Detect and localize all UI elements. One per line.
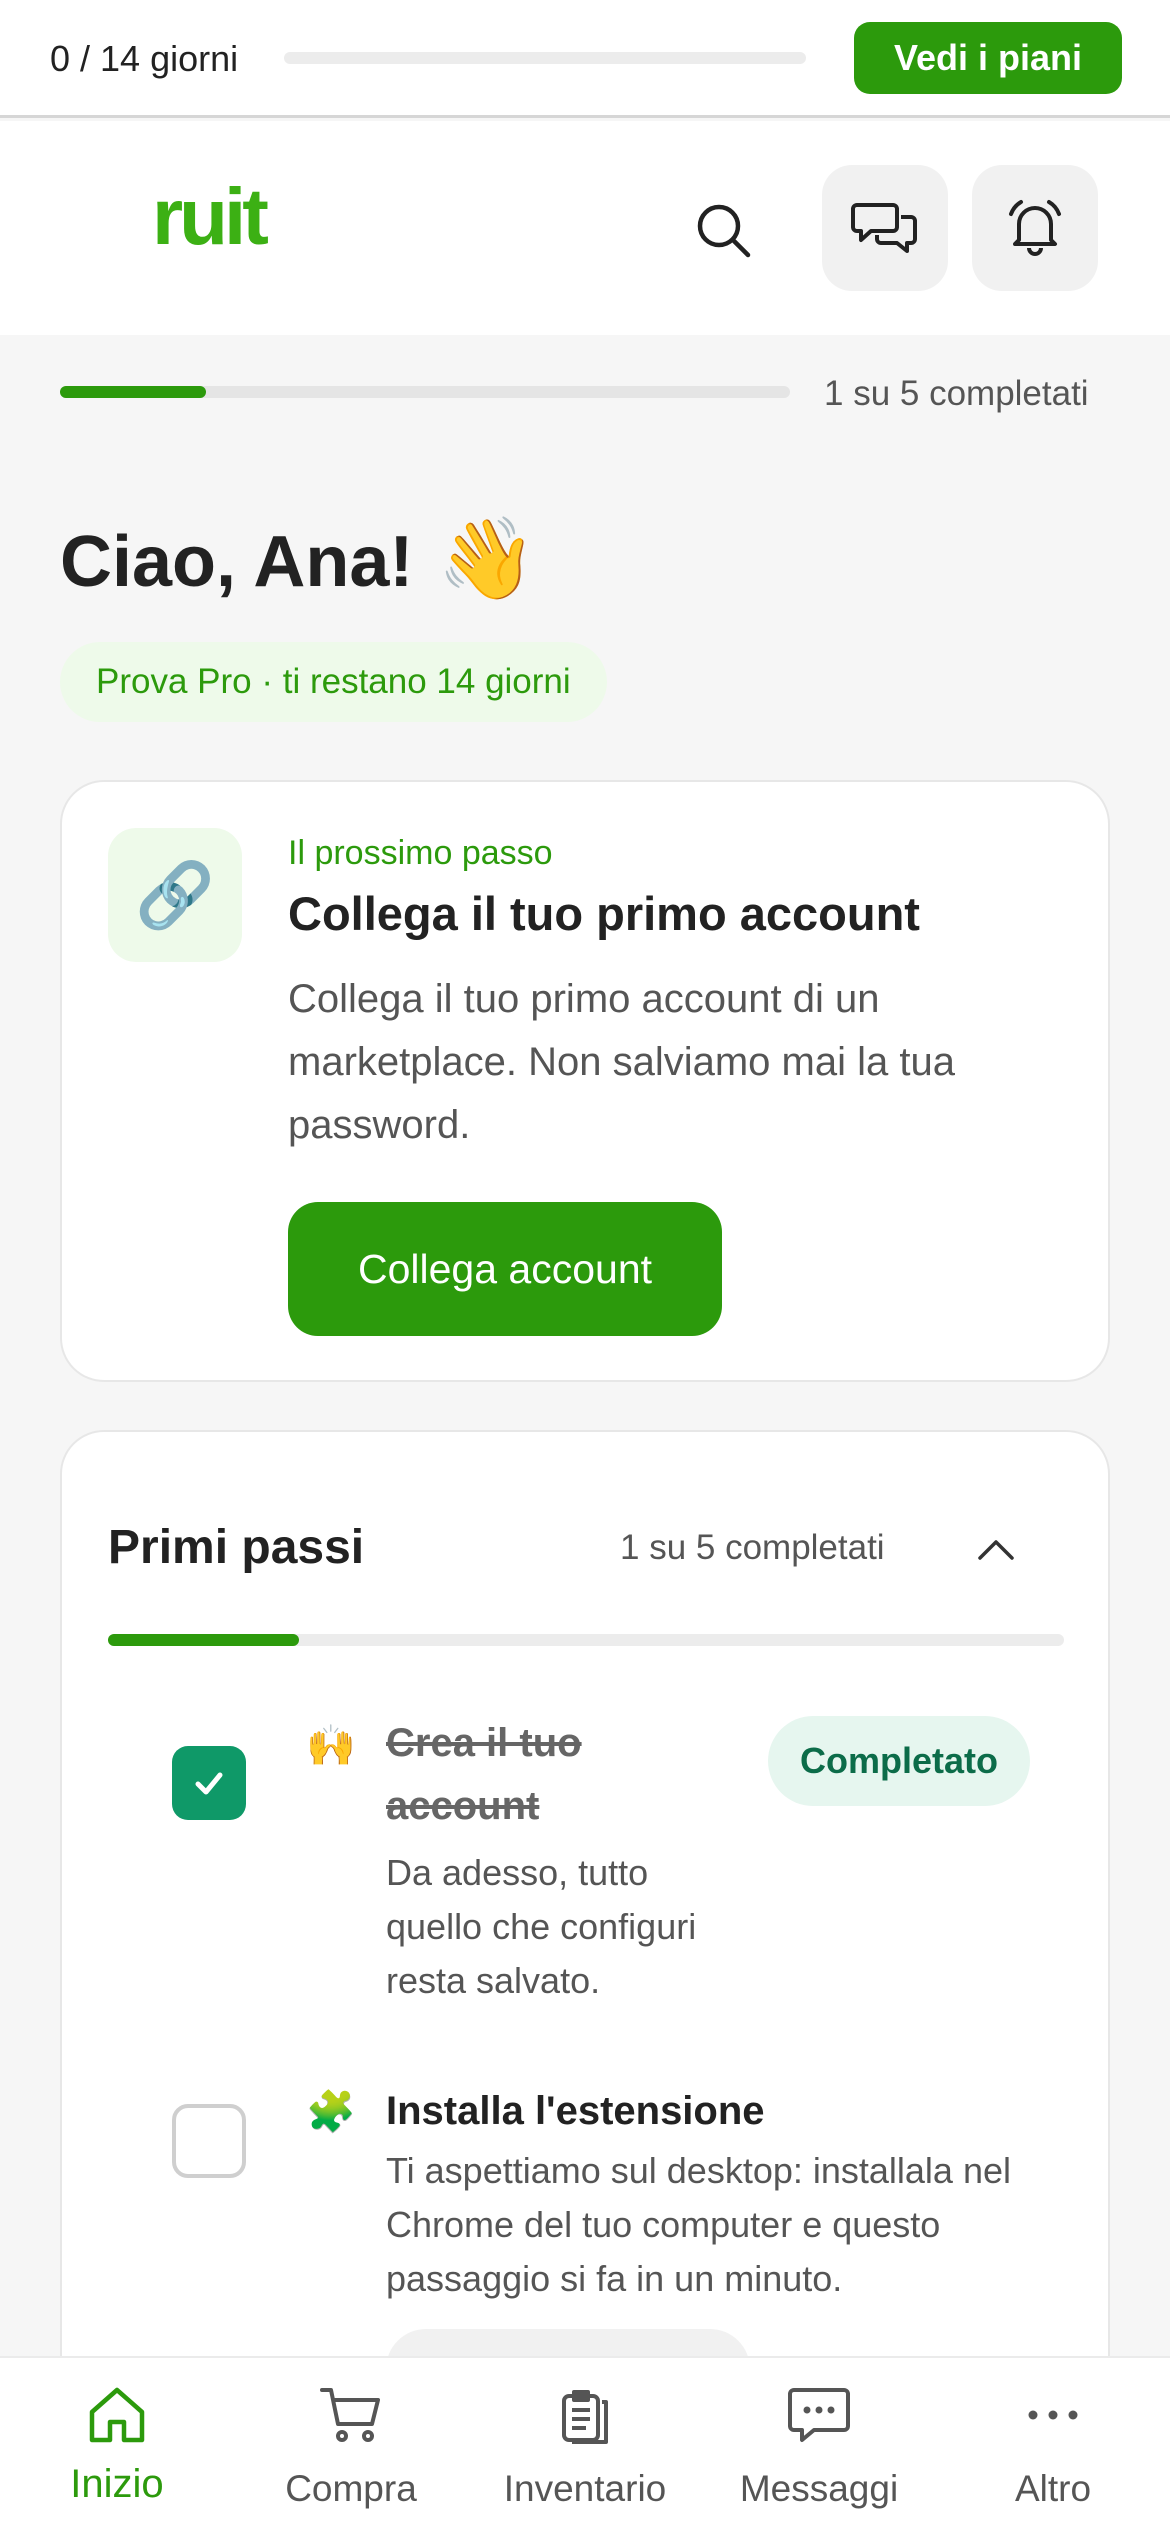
raised-hands-emoji: 🙌 — [306, 1724, 356, 1768]
step-description: Da adesso, tutto quello che configuri re… — [386, 1852, 697, 2001]
app-header: ruit — [0, 121, 1170, 335]
trial-progress-track — [284, 52, 806, 64]
next-step-title: Collega il tuo primo account — [288, 887, 920, 940]
first-steps-progress-bar — [108, 1634, 1064, 1646]
first-steps-title: Primi passi — [108, 1521, 365, 1574]
nav-item-more[interactable]: Altro — [936, 2358, 1170, 2532]
step-title: Installa l'estensione — [386, 2089, 765, 2133]
notifications-button[interactable] — [972, 165, 1098, 291]
step-checkbox[interactable] — [172, 2104, 246, 2178]
next-step-card: 🔗 Il prossimo passo Collega il tuo primo… — [60, 780, 1110, 1382]
home-icon — [89, 2387, 145, 2443]
cart-icon — [320, 2388, 380, 2442]
check-icon — [195, 1772, 223, 1795]
trial-badge: Prova Pro · ti restano 14 giorni — [60, 642, 607, 722]
bottom-nav: Inizio Compra Inventario Messaggi Altro — [0, 2356, 1170, 2532]
nav-item-messages[interactable]: Messaggi — [702, 2358, 936, 2532]
clipboard-icon — [562, 2390, 608, 2444]
step-title: Crea il tuo account — [386, 1721, 582, 1828]
nav-item-home[interactable]: Inizio — [0, 2358, 234, 2532]
nav-label: Altro — [1014, 2468, 1092, 2509]
link-icon: 🔗 — [108, 828, 242, 962]
onboarding-progress-label: 1 su 5 completati — [824, 374, 1089, 413]
completed-badge: Completato — [768, 1716, 1030, 1806]
nav-item-buy[interactable]: Compra — [234, 2358, 468, 2532]
greeting-heading: Ciao, Ana! 👋 — [60, 512, 537, 606]
trial-bar: 0 / 14 giorni Vedi i piani — [0, 0, 1170, 118]
first-steps-progress-fill — [108, 1634, 300, 1646]
wave-emoji: 👋 — [437, 514, 537, 603]
step-description: Ti aspettiamo sul desktop: installala ne… — [386, 2150, 1011, 2299]
nav-label: Messaggi — [739, 2468, 899, 2509]
bell-icon — [1009, 200, 1061, 256]
onboarding-progress-fill — [60, 386, 206, 398]
search-icon[interactable] — [688, 195, 760, 267]
first-steps-count: 1 su 5 completati — [620, 1528, 885, 1567]
chat-button[interactable] — [822, 165, 948, 291]
nav-label: Inizio — [70, 2462, 164, 2506]
onboarding-progress-bar — [60, 386, 790, 398]
next-step-description: Collega il tuo primo account di un marke… — [288, 977, 955, 1147]
nav-label: Compra — [285, 2468, 417, 2509]
step-checkbox-checked[interactable] — [172, 1746, 246, 1820]
see-plans-button[interactable]: Vedi i piani — [854, 22, 1122, 94]
trial-days-label: 0 / 14 giorni — [50, 38, 239, 79]
connect-account-button[interactable]: Collega account — [288, 1202, 722, 1336]
logo[interactable]: ruit — [152, 171, 269, 263]
chevron-up-icon[interactable] — [966, 1520, 1026, 1580]
message-icon — [788, 2388, 850, 2442]
greeting-text: Ciao, Ana! — [60, 522, 414, 602]
next-step-kicker: Il prossimo passo — [288, 834, 553, 872]
nav-label: Inventario — [503, 2468, 667, 2509]
chat-icon — [851, 203, 917, 253]
nav-item-inventory[interactable]: Inventario — [468, 2358, 702, 2532]
puzzle-piece-emoji: 🧩 — [306, 2090, 356, 2134]
more-icon — [1028, 2410, 1078, 2420]
